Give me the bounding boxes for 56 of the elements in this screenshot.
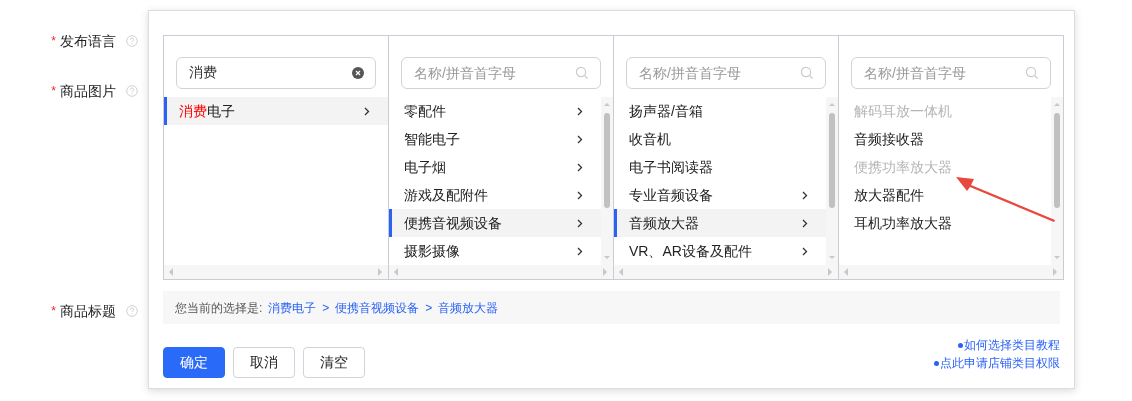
search-field[interactable]: 消费 [176, 57, 376, 89]
selected-path-link[interactable]: 音频放大器 [438, 298, 499, 317]
category-item[interactable]: 摄影摄像 [389, 237, 601, 265]
chevron-right-icon [802, 190, 808, 200]
bullet-icon [958, 342, 963, 348]
help-link[interactable]: 如何选择类目教程 [964, 337, 1060, 353]
search-icon [575, 66, 589, 80]
required-mark: * [51, 303, 56, 320]
search-icon [1025, 66, 1039, 80]
category-item[interactable]: 放大器配件 [839, 181, 1051, 209]
category-item[interactable]: 收音机 [614, 125, 826, 153]
chevron-right-icon [577, 162, 583, 172]
field-label: 发布语言 [60, 31, 116, 51]
help-icon [126, 85, 138, 97]
category-item[interactable]: 电子书阅读器 [614, 153, 826, 181]
category-item[interactable]: 游戏及配附件 [389, 181, 601, 209]
category-item[interactable]: 耳机功率放大器 [839, 209, 1051, 237]
category-item[interactable]: VR、AR设备及配件 [614, 237, 826, 265]
chevron-right-icon [802, 218, 808, 228]
category-item[interactable]: 零配件 [389, 97, 601, 125]
search-field[interactable]: 名称/拼音首字母 [401, 57, 601, 89]
help-icon [126, 305, 138, 317]
category-item[interactable]: 音频放大器 [614, 209, 826, 237]
chevron-right-icon [802, 246, 808, 256]
bullet-icon [934, 360, 939, 366]
category-item[interactable]: 便携音视频设备 [389, 209, 601, 237]
path-separator: > [322, 299, 330, 317]
chevron-right-icon [577, 106, 583, 116]
field-label: 商品标题 [60, 301, 116, 321]
dialog-button[interactable]: 取消 [233, 347, 295, 378]
help-icon [126, 35, 138, 47]
search-icon [800, 66, 814, 80]
confirm-button[interactable]: 确定 [163, 347, 225, 378]
help-link[interactable]: 点此申请店铺类目权限 [940, 355, 1060, 371]
category-item[interactable]: 专业音频设备 [614, 181, 826, 209]
path-separator: > [425, 299, 433, 317]
category-item[interactable]: 智能电子 [389, 125, 601, 153]
chevron-right-icon [577, 218, 583, 228]
selected-path-link[interactable]: 便携音视频设备 [335, 298, 420, 317]
chevron-right-icon [577, 134, 583, 144]
selection-label: 您当前的选择是: [175, 299, 263, 317]
clear-icon[interactable] [352, 67, 364, 79]
chevron-right-icon [364, 106, 370, 116]
category-item[interactable]: 音频接收器 [839, 125, 1051, 153]
selected-path-link[interactable]: 消费电子 [268, 298, 317, 317]
dialog-button[interactable]: 清空 [303, 347, 365, 378]
search-field[interactable]: 名称/拼音首字母 [851, 57, 1051, 89]
field-label: 商品图片 [60, 81, 116, 101]
required-mark: * [51, 33, 56, 50]
chevron-right-icon [577, 246, 583, 256]
category-item[interactable]: 电子烟 [389, 153, 601, 181]
category-item[interactable]: 扬声器/音箱 [614, 97, 826, 125]
chevron-right-icon [577, 190, 583, 200]
required-mark: * [51, 83, 56, 100]
search-field[interactable]: 名称/拼音首字母 [626, 57, 826, 89]
category-item[interactable]: 消费电子 [164, 97, 388, 125]
